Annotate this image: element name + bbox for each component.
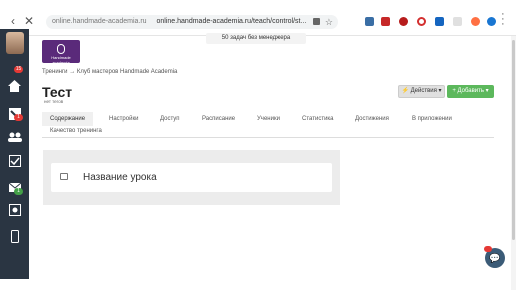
extension-icon[interactable] xyxy=(399,17,408,26)
tab-content[interactable]: Содержание xyxy=(42,112,94,126)
microphone-logo-icon xyxy=(57,44,65,54)
scrollbar-thumb[interactable] xyxy=(512,40,515,240)
tab-settings[interactable]: Настройки xyxy=(109,116,138,122)
page-title: Тест xyxy=(42,84,73,100)
breadcrumb[interactable]: Тренинги → Клуб мастеров Handmade Academ… xyxy=(42,69,177,75)
tab-students[interactable]: Ученики xyxy=(257,116,280,122)
url-host: online.handmade-academia.ru xyxy=(52,18,147,25)
extension-icon[interactable] xyxy=(453,17,462,26)
add-button[interactable]: + Добавить ▾ xyxy=(447,85,494,98)
address-bar[interactable]: online.handmade-academia.ru online.handm… xyxy=(46,15,338,29)
browser-menu-icon[interactable]: · · · xyxy=(501,9,505,30)
lesson-icon xyxy=(60,173,68,180)
tab-in-app[interactable]: В приложении xyxy=(412,116,452,122)
page-subtitle: нет тегов xyxy=(44,99,64,104)
avatar[interactable] xyxy=(6,32,24,54)
extension-icon[interactable] xyxy=(487,17,496,26)
cast-icon[interactable] xyxy=(313,18,320,25)
close-icon[interactable]: ✕ xyxy=(24,14,34,28)
tab-bar: Содержание Настройки Доступ Расписание У… xyxy=(42,112,494,138)
mobile-phone-icon[interactable] xyxy=(0,225,29,247)
tab-access[interactable]: Доступ xyxy=(160,116,180,122)
url-path: online.handmade-academia.ru/teach/contro… xyxy=(156,18,307,25)
extension-icon[interactable] xyxy=(471,17,480,26)
back-arrow-icon[interactable]: ‹ xyxy=(11,14,15,28)
users-icon[interactable] xyxy=(0,126,29,148)
extension-icon[interactable] xyxy=(435,17,444,26)
tab-statistics[interactable]: Статистика xyxy=(302,116,334,122)
record-extension-icon[interactable] xyxy=(381,17,390,26)
tasks-checkbox-icon[interactable] xyxy=(0,150,29,172)
notification-badge: 15 xyxy=(14,66,23,73)
sidebar: 15 1 1 xyxy=(0,29,29,279)
tasks-tooltip: 50 задач без менеджера xyxy=(206,33,306,44)
download-extension-icon[interactable] xyxy=(365,17,374,26)
tab-achievements[interactable]: Достижения xyxy=(355,116,389,122)
lesson-item[interactable]: Название урока xyxy=(51,163,332,192)
mail-icon[interactable] xyxy=(0,176,29,198)
home-icon[interactable] xyxy=(0,75,29,97)
browser-chrome: ‹ ✕ online.handmade-academia.ru online.h… xyxy=(0,0,516,36)
safe-icon[interactable] xyxy=(0,199,29,221)
notification-badge: 1 xyxy=(14,114,23,121)
tab-training-quality[interactable]: Качество тренинга xyxy=(50,128,102,134)
actions-button[interactable]: ⚡ Действия ▾ xyxy=(398,85,445,98)
logo-text: Handmade academia xyxy=(51,55,71,65)
school-logo[interactable]: Handmade academia xyxy=(42,40,80,65)
chat-notification-badge xyxy=(484,246,492,252)
notification-badge: 1 xyxy=(14,188,23,195)
tab-schedule[interactable]: Расписание xyxy=(202,116,235,122)
bookmark-star-icon[interactable]: ☆ xyxy=(325,15,333,29)
extension-icon[interactable] xyxy=(417,17,426,26)
lesson-title[interactable]: Название урока xyxy=(83,172,157,183)
